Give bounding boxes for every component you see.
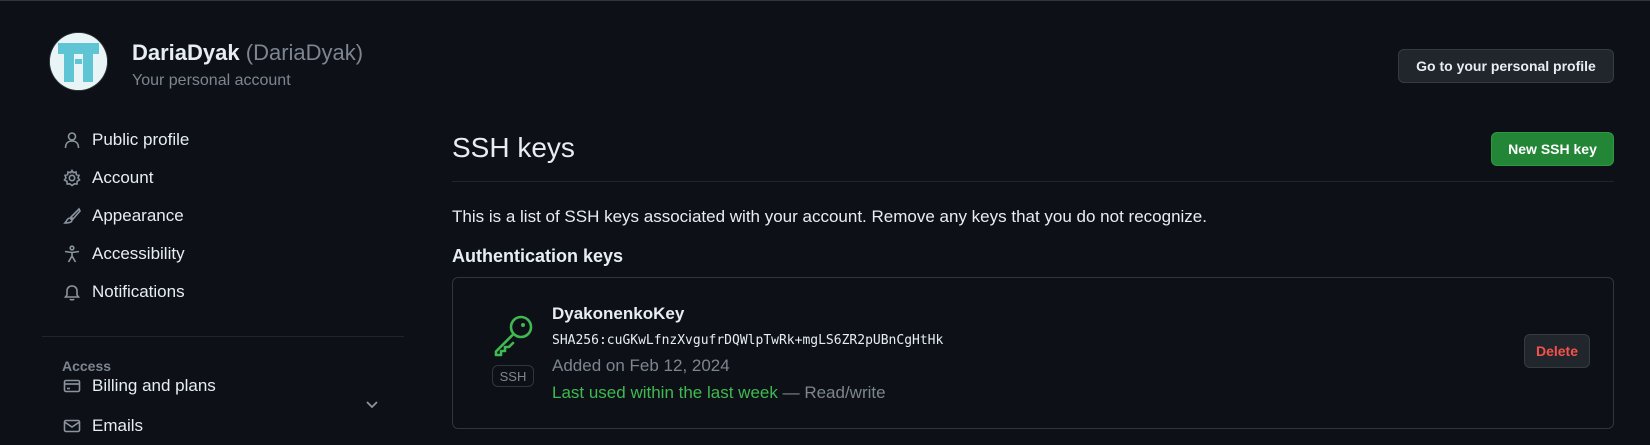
- avatar[interactable]: [50, 33, 107, 90]
- credit-card-icon: [62, 376, 82, 396]
- title-divider: [452, 181, 1614, 182]
- top-border: [0, 0, 1650, 1]
- accessibility-icon: [62, 244, 82, 264]
- sidebar-item-appearance[interactable]: Appearance: [62, 200, 184, 232]
- sidebar-item-label: Appearance: [92, 206, 184, 225]
- account-subtitle: Your personal account: [132, 72, 291, 89]
- mail-icon: [62, 416, 82, 436]
- sidebar-item-account[interactable]: Account: [62, 162, 153, 194]
- intro-text: This is a list of SSH keys associated wi…: [452, 207, 1207, 226]
- sidebar-item-emails[interactable]: Emails: [62, 410, 143, 442]
- ssh-badge: SSH: [492, 365, 534, 387]
- ssh-key-list: [452, 277, 1614, 429]
- sidebar-item-label: Notifications: [92, 282, 185, 301]
- page-title: SSH keys: [452, 132, 575, 163]
- user-login: (DariaDyak): [245, 40, 364, 65]
- person-icon: [62, 130, 82, 150]
- sidebar-item-accessibility[interactable]: Accessibility: [62, 238, 185, 270]
- key-added-date: Added on Feb 12, 2024: [552, 356, 730, 375]
- key-last-used-status: Last used within the last week: [552, 383, 778, 402]
- key-icon: [492, 313, 536, 357]
- bell-icon: [62, 282, 82, 302]
- user-name: DariaDyak: [132, 40, 240, 65]
- paintbrush-icon: [62, 206, 82, 226]
- key-title: DyakonenkoKey: [552, 304, 685, 323]
- chevron-down-icon[interactable]: [362, 394, 382, 414]
- sidebar-item-label: Emails: [92, 416, 144, 435]
- go-to-profile-button[interactable]: Go to your personal profile: [1398, 49, 1614, 83]
- sidebar-item-label: Billing and plans: [92, 376, 216, 395]
- section-heading-authentication-keys: Authentication keys: [452, 246, 624, 266]
- new-ssh-key-button[interactable]: New SSH key: [1491, 132, 1614, 166]
- key-access-level: — Read/write: [782, 383, 886, 402]
- delete-key-button[interactable]: Delete: [1524, 334, 1590, 368]
- key-fingerprint: SHA256:cuGKwLfnzXvgufrDQWlpTwRk+mgLS6ZR2…: [552, 333, 944, 348]
- sidebar-item-label: Account: [92, 168, 154, 187]
- sidebar-item-public-profile[interactable]: Public profile: [62, 124, 189, 156]
- sidebar-item-billing[interactable]: Billing and plans: [62, 370, 216, 402]
- account-name: DariaDyak (DariaDyak): [132, 40, 363, 66]
- gear-icon: [62, 168, 82, 188]
- key-last-used: Last used within the last week — Read/wr…: [552, 383, 886, 403]
- sidebar-item-label: Accessibility: [92, 244, 185, 263]
- sidebar-item-label: Public profile: [92, 130, 190, 149]
- sidebar-divider: [42, 336, 404, 337]
- sidebar-item-notifications[interactable]: Notifications: [62, 276, 185, 308]
